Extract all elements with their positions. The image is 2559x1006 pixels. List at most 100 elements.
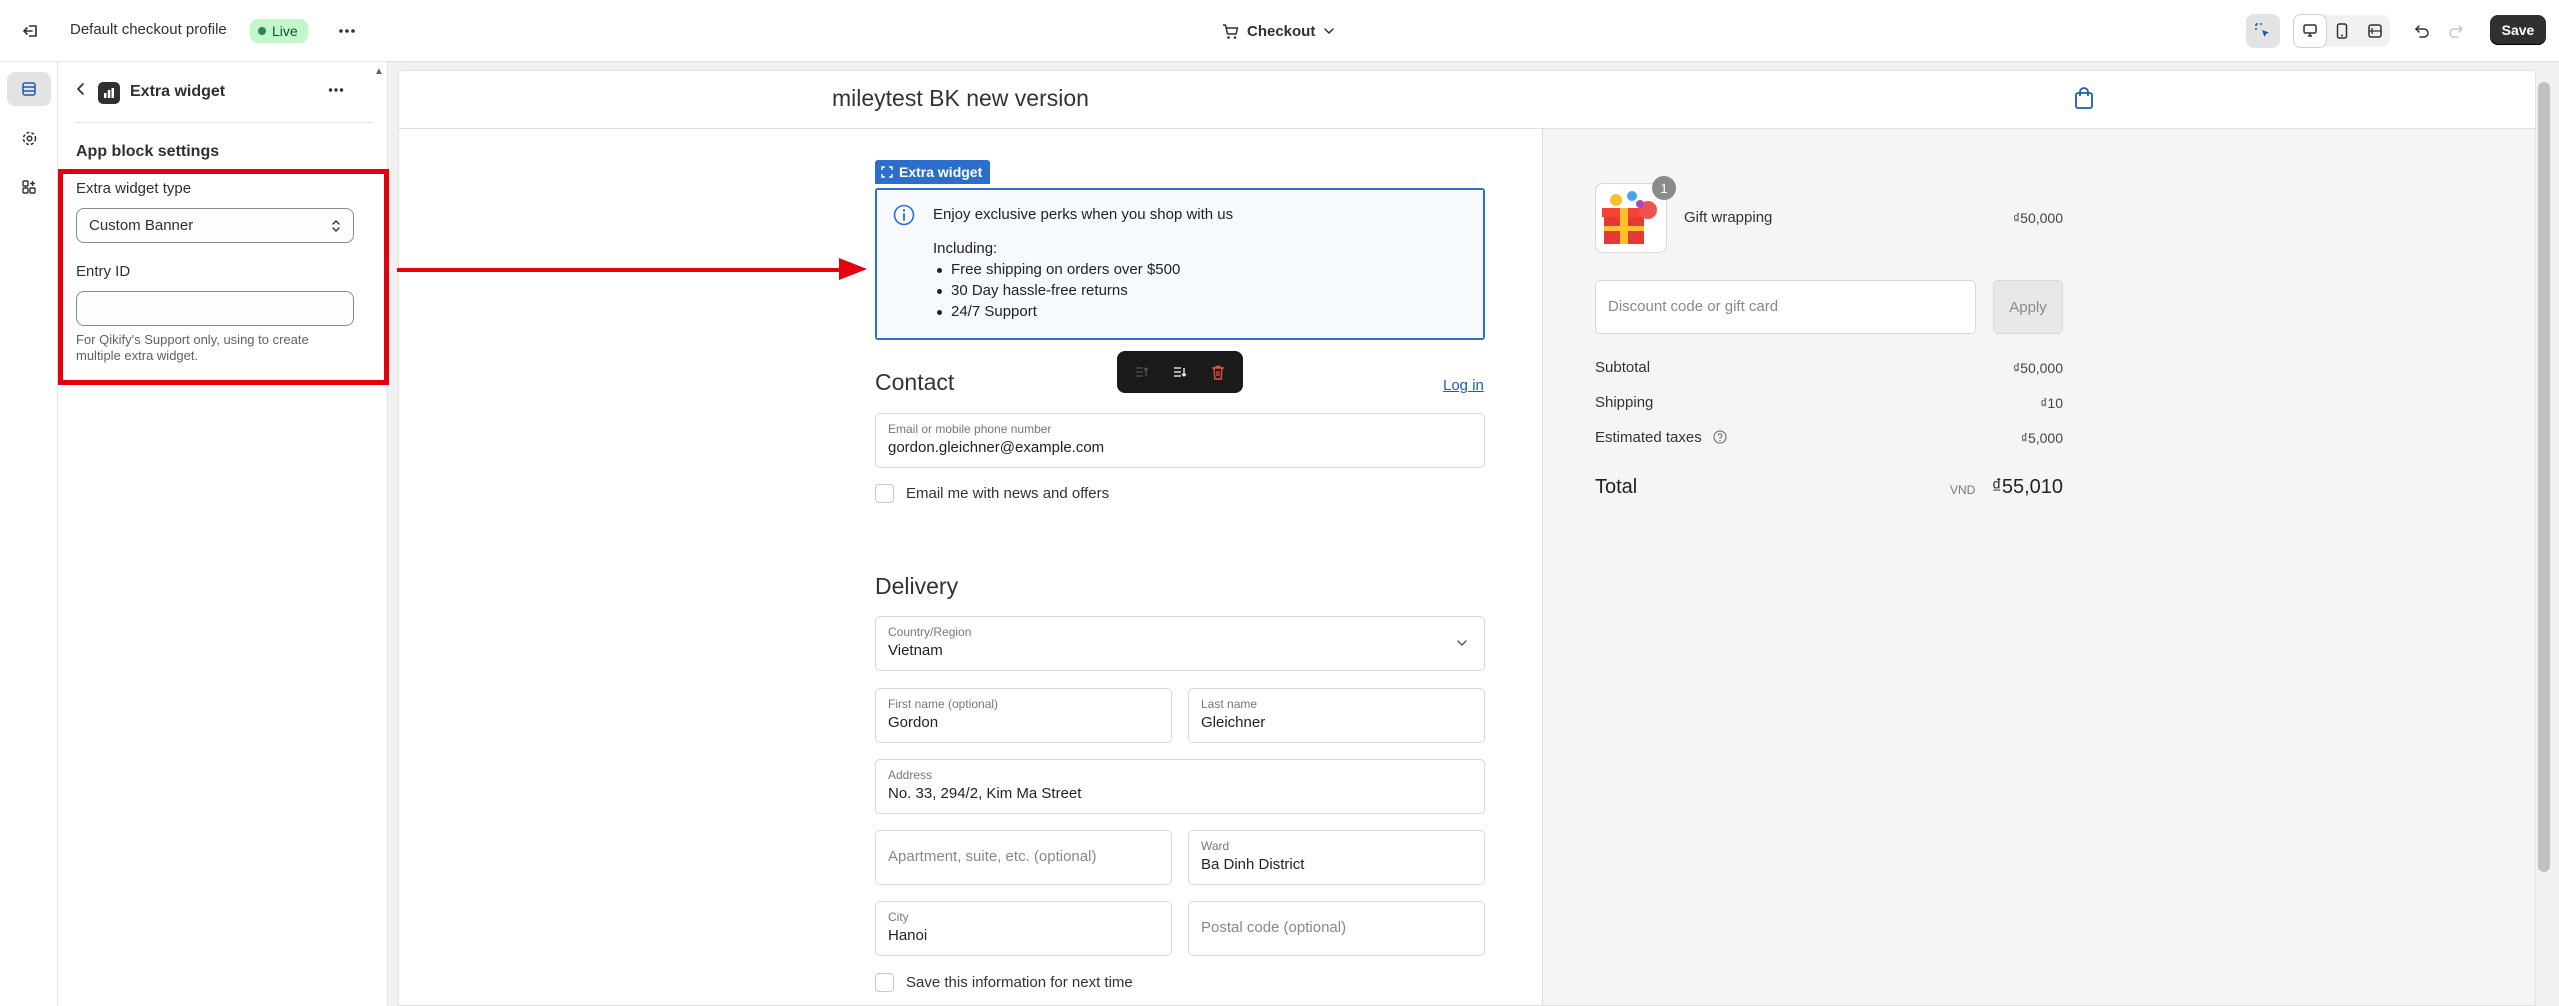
page-selector-label: Checkout — [1247, 22, 1316, 40]
bullet — [937, 289, 942, 294]
first-name-label: First name (optional) — [888, 697, 999, 711]
news-checkbox[interactable] — [875, 484, 894, 503]
total-label: Total — [1595, 476, 1638, 498]
country-select[interactable]: Country/Region Vietnam — [875, 616, 1485, 671]
apply-button[interactable]: Apply — [1993, 280, 2063, 334]
country-value: Vietnam — [888, 642, 943, 659]
order-summary-panel — [1542, 129, 2535, 1005]
ward-label: Ward — [1201, 839, 1230, 853]
apps-icon[interactable] — [12, 170, 46, 204]
last-name-field[interactable]: Last name Gleichner — [1188, 688, 1485, 743]
status-badge: Live — [250, 19, 308, 43]
first-name-field[interactable]: First name (optional) Gordon — [875, 688, 1172, 743]
live-dot-icon — [258, 27, 266, 35]
cart-icon — [1222, 23, 1239, 40]
checkout-preview: mileytest BK new version Extra widget En… — [398, 70, 2536, 1006]
email-field-label: Email or mobile phone number — [888, 422, 1052, 436]
quantity-badge: 1 — [1652, 176, 1676, 200]
fullwidth-icon[interactable] — [2358, 14, 2392, 48]
banner-item: 24/7 Support — [951, 303, 1037, 320]
panel-title: Extra widget — [130, 83, 226, 100]
taxes-value: ₫5,000 — [2020, 430, 2063, 446]
undo-icon[interactable] — [2405, 14, 2439, 48]
last-name-value: Gleichner — [1201, 714, 1266, 731]
currency-code: VND — [1950, 483, 1976, 497]
contact-heading: Contact — [875, 369, 955, 395]
item-name: Gift wrapping — [1684, 209, 1773, 226]
move-up-icon[interactable] — [1125, 355, 1159, 389]
profile-name: Default checkout profile — [70, 21, 227, 38]
bullet — [937, 268, 942, 273]
more-icon[interactable] — [330, 14, 364, 48]
chevron-down-icon — [1456, 639, 1468, 647]
email-field-value: gordon.gleichner@example.com — [888, 439, 1105, 456]
ward-value: Ba Dinh District — [1201, 856, 1305, 873]
save-button[interactable]: Save — [2490, 15, 2546, 45]
left-rail — [0, 62, 58, 1006]
custom-banner[interactable]: Enjoy exclusive perks when you shop with… — [875, 188, 1485, 340]
mobile-icon[interactable] — [2325, 14, 2359, 48]
bullet — [937, 310, 942, 315]
move-down-icon[interactable] — [1163, 355, 1197, 389]
app-block-icon — [98, 82, 120, 104]
city-value: Hanoi — [888, 927, 928, 944]
first-name-value: Gordon — [888, 714, 939, 731]
discount-input[interactable]: Discount code or gift card — [1595, 280, 1976, 334]
total-value: ₫55,010 — [1991, 476, 2063, 498]
login-link[interactable]: Log in — [1443, 377, 1484, 394]
preview-scrollbar[interactable] — [2538, 82, 2550, 872]
redo-icon[interactable] — [2439, 14, 2473, 48]
country-label: Country/Region — [888, 625, 972, 639]
block-toolbar — [1117, 351, 1243, 393]
city-label: City — [888, 910, 909, 924]
extra-widget-tag[interactable]: Extra widget — [875, 160, 991, 184]
info-icon — [893, 204, 915, 226]
store-name: mileytest BK new version — [832, 85, 1089, 111]
save-info-checkbox[interactable] — [875, 973, 894, 992]
header-divider — [399, 128, 2535, 129]
banner-item: 30 Day hassle-free returns — [951, 282, 1128, 299]
apartment-field[interactable]: Apartment, suite, etc. (optional) — [875, 830, 1172, 885]
chevron-down-icon — [1323, 27, 1335, 35]
subtotal-label: Subtotal — [1595, 359, 1651, 376]
inspector-icon[interactable] — [2246, 14, 2280, 48]
discount-placeholder: Discount code or gift card — [1608, 298, 1779, 315]
banner-headline: Enjoy exclusive perks when you shop with… — [933, 206, 1234, 223]
address-field[interactable]: Address No. 33, 294/2, Kim Ma Street — [875, 759, 1485, 814]
shipping-label: Shipping — [1595, 394, 1654, 411]
page-selector[interactable]: Checkout — [1222, 18, 1335, 44]
taxes-label: Estimated taxes — [1595, 429, 1702, 446]
email-field[interactable]: Email or mobile phone number gordon.glei… — [875, 413, 1485, 468]
banner-item: Free shipping on orders over $500 — [951, 261, 1181, 278]
back-arrow-icon[interactable] — [68, 76, 94, 102]
city-field[interactable]: City Hanoi — [875, 901, 1172, 956]
exit-icon[interactable] — [14, 14, 48, 48]
help-circle-icon[interactable] — [1713, 430, 1727, 444]
subtotal-value: ₫50,000 — [2012, 360, 2063, 376]
extra-widget-tag-label: Extra widget — [899, 164, 983, 180]
block-select-icon — [881, 166, 893, 178]
banner-including: Including: — [933, 240, 998, 257]
sections-icon[interactable] — [7, 72, 51, 106]
annotation-highlight-box — [58, 169, 389, 385]
shipping-value: ₫10 — [2040, 395, 2063, 411]
top-bar: Default checkout profile Live Checkout S… — [0, 0, 2559, 62]
item-price: ₫50,000 — [2012, 210, 2063, 226]
last-name-label: Last name — [1201, 697, 1258, 711]
delivery-heading: Delivery — [875, 573, 959, 599]
more-icon[interactable] — [322, 76, 350, 104]
settings-icon[interactable] — [12, 121, 46, 155]
address-label: Address — [888, 768, 933, 782]
postal-code-placeholder: Postal code (optional) — [1201, 919, 1347, 936]
section-heading: App block settings — [76, 143, 220, 160]
save-info-label: Save this information for next time — [906, 974, 1133, 991]
apartment-placeholder: Apartment, suite, etc. (optional) — [888, 848, 1097, 865]
shopping-bag-icon[interactable] — [2073, 86, 2095, 110]
status-badge-label: Live — [272, 23, 298, 39]
ward-field[interactable]: Ward Ba Dinh District — [1188, 830, 1485, 885]
desktop-icon[interactable] — [2293, 14, 2327, 48]
delete-icon[interactable] — [1201, 355, 1235, 389]
address-value: No. 33, 294/2, Kim Ma Street — [888, 785, 1082, 802]
scroll-up-icon[interactable]: ▲ — [374, 66, 384, 77]
postal-code-field[interactable]: Postal code (optional) — [1188, 901, 1485, 956]
